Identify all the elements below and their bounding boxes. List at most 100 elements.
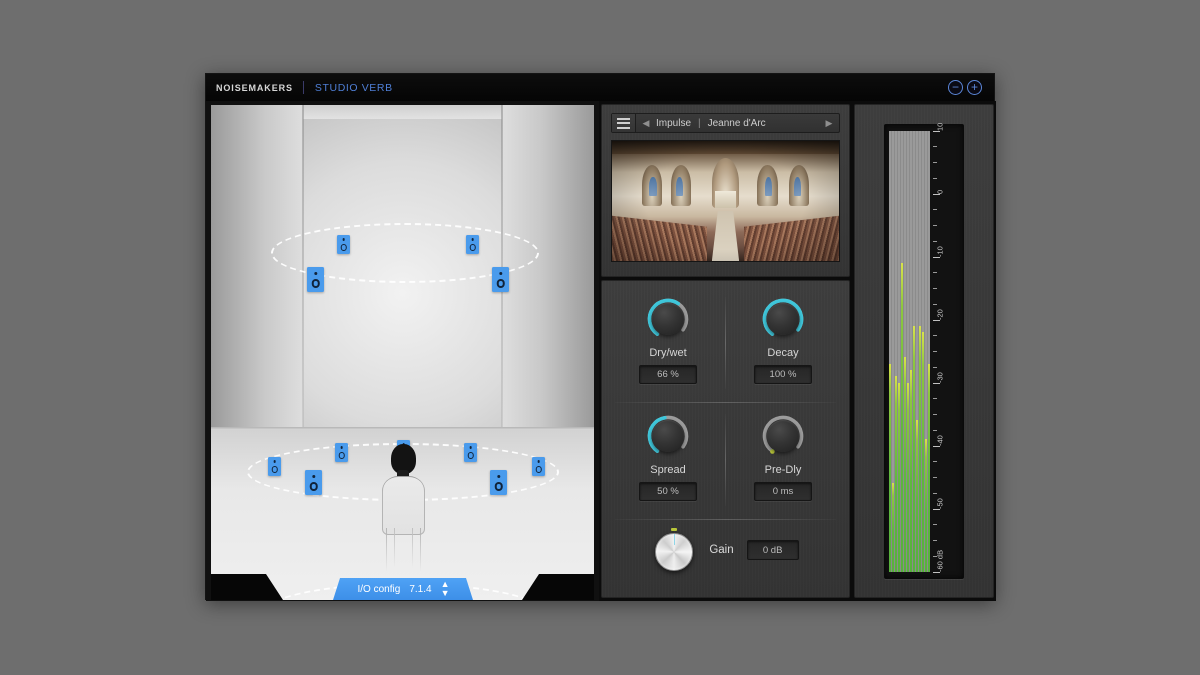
- impulse-selector[interactable]: ◀ Impulse | Jeanne d'Arc ▶: [611, 113, 840, 133]
- woofer-icon: [469, 244, 476, 251]
- gain-knob[interactable]: [652, 528, 696, 572]
- meter-tick-minor: [933, 146, 937, 147]
- io-config-label: I/O config: [358, 584, 401, 595]
- parameters-panel: Dry/wet 66 % Decay: [601, 280, 850, 598]
- next-impulse-icon[interactable]: ▶: [819, 114, 839, 132]
- zoom-in-icon[interactable]: +: [967, 80, 982, 95]
- impulse-separator: |: [698, 118, 701, 129]
- meter-tick-label: -50: [935, 498, 944, 509]
- meter-tick-minor: [933, 556, 937, 557]
- zoom-out-icon[interactable]: −: [948, 80, 963, 95]
- speaker-icon[interactable]: [532, 457, 545, 476]
- prev-impulse-icon[interactable]: ◀: [636, 114, 656, 132]
- speaker-icon[interactable]: [492, 267, 509, 292]
- woofer-icon: [535, 466, 542, 473]
- meter-tick-minor: [933, 414, 937, 415]
- speaker-icon[interactable]: [466, 235, 479, 254]
- gain-marker-icon: [671, 528, 677, 531]
- brand-logo: NOISEMAKERS: [216, 83, 293, 93]
- listener-shoulders: [382, 476, 425, 492]
- meter-bar: [913, 326, 915, 572]
- knob-drywet-dial[interactable]: [645, 296, 691, 342]
- impulse-name-display[interactable]: Impulse | Jeanne d'Arc: [656, 114, 819, 132]
- woofer-icon: [340, 244, 347, 251]
- speaker-icon[interactable]: [337, 235, 350, 254]
- woofer-icon: [309, 482, 318, 491]
- knob-value-field[interactable]: 50 %: [639, 482, 697, 501]
- meter-column: 100-10-20-30-40-50-60 dB: [852, 101, 996, 601]
- listener-arm-right-inner: [412, 528, 413, 568]
- knob-body: [767, 420, 799, 452]
- meter-bar: [922, 332, 924, 571]
- meter-tick-minor: [933, 335, 937, 336]
- meter-bar: [919, 326, 921, 572]
- tweeter-icon: [273, 460, 276, 463]
- meter-tick-minor: [933, 225, 937, 226]
- meter-bar: [925, 439, 927, 571]
- hamburger-menu-icon[interactable]: [612, 114, 636, 132]
- knob-drywet[interactable]: Dry/wet 66 %: [611, 291, 725, 399]
- gain-label: Gain: [709, 544, 733, 556]
- tweeter-icon: [537, 460, 540, 463]
- tweeter-icon: [342, 238, 345, 241]
- meter-bar: [904, 357, 906, 571]
- speaker-icon[interactable]: [335, 443, 348, 462]
- titlebar-divider: [303, 81, 304, 94]
- meter-tick-label: -40: [935, 435, 944, 446]
- meter-tick-label: -60 dB: [935, 549, 944, 571]
- meter-bar: [898, 383, 900, 572]
- knob-decay-dial[interactable]: [760, 296, 806, 342]
- knob-label: Spread: [650, 464, 685, 476]
- woofer-icon: [338, 452, 345, 459]
- plugin-window: NOISEMAKERS STUDIO VERB − +: [205, 73, 995, 600]
- level-meter-panel: 100-10-20-30-40-50-60 dB: [854, 104, 994, 598]
- meter-tick-minor: [933, 351, 937, 352]
- meter-tick-minor: [933, 540, 937, 541]
- knob-value-field[interactable]: 66 %: [639, 365, 697, 384]
- knob-decay[interactable]: Decay 100 %: [726, 291, 840, 399]
- woofer-icon: [311, 279, 320, 288]
- speaker-icon[interactable]: [268, 457, 281, 476]
- knob-label: Dry/wet: [649, 347, 686, 359]
- io-config-selector[interactable]: I/O config 7.1.4 ▲▼: [333, 578, 473, 600]
- impulse-panel: ◀ Impulse | Jeanne d'Arc ▶: [601, 104, 850, 277]
- meter-bars: [889, 131, 930, 572]
- tweeter-icon: [340, 446, 343, 449]
- knob-body: [652, 420, 684, 452]
- meter-tick-minor: [933, 477, 937, 478]
- meter-tick-minor: [933, 304, 937, 305]
- impulse-type-label: Impulse: [656, 118, 691, 129]
- knob-value-field[interactable]: 0 ms: [754, 482, 812, 501]
- titlebar: NOISEMAKERS STUDIO VERB − +: [206, 74, 994, 101]
- speaker-layout-view[interactable]: I/O config 7.1.4 ▲▼: [211, 105, 594, 600]
- meter-tick-minor: [933, 209, 937, 210]
- speaker-icon[interactable]: [307, 267, 324, 292]
- meter-tick-label: -20: [935, 309, 944, 320]
- knob-spread[interactable]: Spread 50 %: [611, 408, 725, 516]
- room-floor-edge: [211, 427, 594, 430]
- tweeter-icon: [312, 475, 315, 478]
- main-body: I/O config 7.1.4 ▲▼ ◀ Impulse | Jeanne d…: [206, 101, 996, 601]
- meter-bar: [910, 370, 912, 572]
- impulse-panorama-image[interactable]: [611, 140, 840, 262]
- woofer-icon: [271, 466, 278, 473]
- speaker-icon[interactable]: [464, 443, 477, 462]
- knob-label: Decay: [767, 347, 798, 359]
- knob-predly[interactable]: Pre-Dly 0 ms: [726, 408, 840, 516]
- woofer-icon: [496, 279, 505, 288]
- meter-bar: [907, 383, 909, 572]
- meter-bar: [889, 364, 891, 572]
- meter-bar: [892, 483, 894, 571]
- knob-value-field[interactable]: 100 %: [754, 365, 812, 384]
- speaker-icon[interactable]: [490, 470, 507, 495]
- knob-predly-dial[interactable]: [760, 413, 806, 459]
- io-config-value: 7.1.4: [409, 584, 431, 595]
- tweeter-icon: [469, 446, 472, 449]
- knob-spread-dial[interactable]: [645, 413, 691, 459]
- gain-value-field[interactable]: 0 dB: [747, 540, 799, 560]
- knob-body: [767, 303, 799, 335]
- speaker-icon[interactable]: [305, 470, 322, 495]
- gain-pointer: [674, 534, 676, 545]
- listener-arm-left-inner: [394, 528, 395, 568]
- up-down-stepper-icon[interactable]: ▲ ▼: [441, 580, 449, 598]
